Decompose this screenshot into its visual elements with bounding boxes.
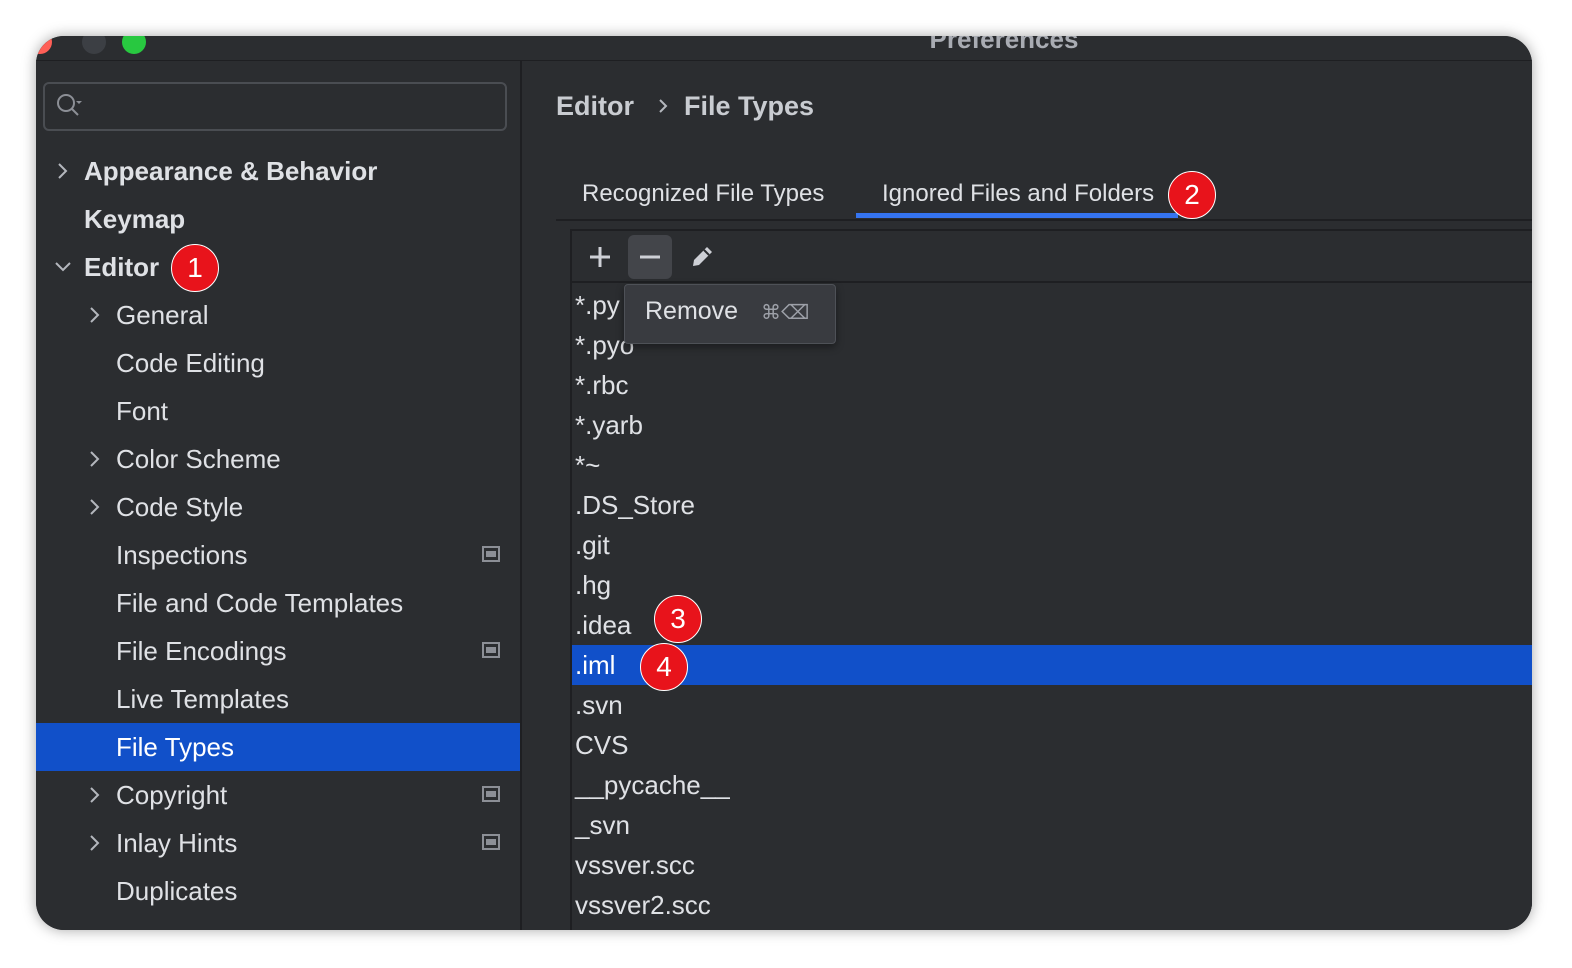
list-item[interactable]: *.yarb	[572, 405, 1532, 445]
sidebar-item-inspections[interactable]: Inspections	[36, 531, 520, 579]
add-button[interactable]	[578, 235, 622, 279]
list-item[interactable]: .DS_Store	[572, 485, 1532, 525]
list-item[interactable]: _svn	[572, 805, 1532, 845]
sidebar-item-file-types[interactable]: File Types	[36, 723, 520, 771]
sidebar-item-inlay-hints[interactable]: Inlay Hints	[36, 819, 520, 867]
preferences-window: Preferences Appearance & Behavior Keymap…	[36, 36, 1532, 930]
remove-tooltip: Remove ⌘⌫	[624, 284, 836, 344]
callout-1: 1	[171, 244, 219, 292]
sidebar-item-label: General	[116, 300, 209, 330]
settings-content: Editor File Types Recognized File Types …	[522, 61, 1532, 930]
sidebar-item-label: Code Editing	[116, 348, 265, 378]
tab-recognized-file-types[interactable]: Recognized File Types	[582, 169, 824, 217]
sidebar-item-label: Font	[116, 396, 169, 426]
tab-ignored-files-folders[interactable]: Ignored Files and Folders	[882, 169, 1154, 217]
window-title: Preferences	[929, 36, 1079, 54]
list-item-selected[interactable]: .iml	[572, 645, 1532, 685]
tooltip-label: Remove	[645, 297, 739, 325]
pencil-icon	[693, 247, 712, 266]
sidebar-item-label: Code Style	[116, 492, 244, 522]
sidebar-item-label: Inspections	[116, 540, 248, 570]
sidebar-item-color-scheme[interactable]: Color Scheme	[36, 435, 520, 483]
sidebar-item-editor[interactable]: Editor	[36, 243, 520, 291]
sidebar-item-code-style[interactable]: Code Style	[36, 483, 520, 531]
list-item[interactable]: vssver.scc	[572, 845, 1532, 885]
list-item[interactable]: __pycache__	[572, 765, 1532, 805]
page-title: File Types	[684, 91, 815, 121]
list-item[interactable]: .idea	[572, 605, 1532, 645]
sidebar-item-live-templates[interactable]: Live Templates	[36, 675, 520, 723]
search-icon	[57, 94, 82, 116]
breadcrumb-editor[interactable]: Editor	[556, 91, 634, 122]
minus-icon	[640, 255, 660, 259]
sidebar-item-file-code-templates[interactable]: File and Code Templates	[36, 579, 520, 627]
search-input[interactable]	[43, 82, 507, 131]
title-bar: Preferences	[36, 36, 1532, 61]
sidebar-item-label: Appearance & Behavior	[84, 156, 378, 186]
sidebar-item-label: File and Code Templates	[116, 588, 404, 618]
chevron-right-icon	[90, 499, 100, 515]
callout-4: 4	[640, 643, 688, 691]
chevron-right-icon	[90, 835, 100, 851]
project-scope-icon	[482, 546, 500, 562]
chevron-down-icon	[55, 262, 71, 272]
tab-bar: Recognized File Types Ignored Files and …	[556, 169, 1532, 221]
callout-2: 2	[1168, 171, 1216, 219]
edit-button[interactable]	[680, 235, 724, 279]
list-item[interactable]: *~	[572, 445, 1532, 485]
sidebar-item-general[interactable]: General	[36, 291, 520, 339]
list-toolbar	[572, 231, 1532, 283]
chevron-right-icon	[58, 163, 68, 179]
sidebar-item-appearance[interactable]: Appearance & Behavior	[36, 147, 520, 195]
list-item[interactable]: CVS	[572, 725, 1532, 765]
sidebar-item-label: Keymap	[84, 204, 186, 234]
list-item[interactable]: .svn	[572, 685, 1532, 725]
sidebar-item-label: File Encodings	[116, 636, 287, 666]
sidebar-item-label: Color Scheme	[116, 444, 281, 474]
sidebar-item-label: Live Templates	[116, 684, 289, 714]
active-tab-indicator	[856, 213, 1178, 218]
project-scope-icon	[482, 786, 500, 802]
sidebar-item-keymap[interactable]: Keymap	[36, 195, 520, 243]
sidebar-item-file-encodings[interactable]: File Encodings	[36, 627, 520, 675]
sidebar-item-label: Copyright	[116, 780, 228, 810]
sidebar-item-label: File Types	[116, 732, 235, 762]
settings-sidebar: Appearance & Behavior Keymap Editor Gene…	[36, 61, 522, 930]
chevron-right-icon	[90, 451, 100, 467]
list-item[interactable]: .hg	[572, 565, 1532, 605]
tooltip-shortcut: ⌘⌫	[761, 300, 810, 324]
plus-icon	[590, 247, 610, 267]
project-scope-icon	[482, 642, 500, 658]
sidebar-item-label: Inlay Hints	[116, 828, 238, 858]
sidebar-item-copyright[interactable]: Copyright	[36, 771, 520, 819]
project-scope-icon	[482, 834, 500, 850]
callout-3: 3	[654, 595, 702, 643]
chevron-right-icon	[90, 787, 100, 803]
remove-button[interactable]	[628, 235, 672, 279]
sidebar-item-label: Editor	[84, 252, 160, 282]
sidebar-item-label: Duplicates	[116, 876, 238, 906]
sidebar-item-font[interactable]: Font	[36, 387, 520, 435]
list-item[interactable]: *.rbc	[572, 365, 1532, 405]
chevron-right-icon	[659, 99, 668, 113]
list-item[interactable]: .git	[572, 525, 1532, 565]
sidebar-item-code-editing[interactable]: Code Editing	[36, 339, 520, 387]
sidebar-item-duplicates[interactable]: Duplicates	[36, 867, 520, 915]
list-item[interactable]: vssver2.scc	[572, 885, 1532, 925]
chevron-right-icon	[90, 307, 100, 323]
